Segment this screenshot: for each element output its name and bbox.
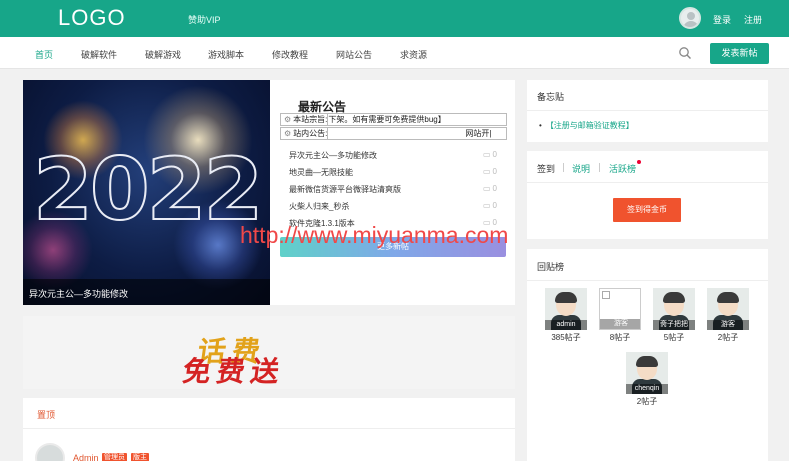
post-author[interactable]: Admin (73, 453, 99, 461)
news-item[interactable]: 火柴人归来_秒杀0 (289, 201, 497, 212)
sticky-title: 置顶 (37, 410, 56, 420)
tab-sign-in[interactable]: 签到 (537, 162, 555, 175)
nav-item-game-scripts[interactable]: 游戏脚本 (208, 48, 244, 61)
comment-count: 0 (483, 150, 497, 159)
main-nav: 首页 破解软件 破解游戏 游戏脚本 修改教程 网站公告 求资源 发表新帖 (0, 37, 789, 69)
top-header: LOGO 赞助VIP 登录 注册 (0, 0, 789, 37)
nav-item-cracked-software[interactable]: 破解软件 (81, 48, 117, 61)
moderator-badge: 版主 (131, 453, 149, 461)
rank-user-name: 斋子把把 (653, 320, 695, 330)
reply-rank-title: 回贴榜 (537, 262, 565, 272)
user-avatar-icon[interactable] (679, 7, 701, 29)
rank-user-count: 2帖子 (636, 397, 658, 406)
sign-in-button[interactable]: 签到得金币 (613, 198, 681, 222)
news-item[interactable]: 异次元主公—多功能修改0 (289, 150, 497, 161)
rank-user-count: 2帖子 (717, 333, 739, 342)
rank-user-name: admin (545, 320, 587, 330)
banner-year: 2022 (32, 139, 264, 241)
rank-user-name: 游客 (600, 319, 640, 329)
new-post-button[interactable]: 发表新帖 (710, 43, 769, 64)
admin-badge: 管理员 (102, 453, 127, 461)
memo-title: 备忘贴 (537, 92, 565, 102)
gear-icon: ⚙ (284, 115, 292, 124)
nav-item-request[interactable]: 求资源 (400, 48, 427, 61)
comment-count: 0 (483, 184, 497, 193)
sign-panel: 签到 说明 活跃榜 签到得金币 (527, 151, 768, 239)
gear-icon: ⚙ (284, 129, 292, 138)
rank-user-avatar[interactable]: 游客 (599, 288, 641, 330)
tab-instructions[interactable]: 说明 (572, 162, 590, 175)
rank-user-count: 8帖子 (609, 333, 631, 342)
memo-panel: 备忘贴 【注册与邮箱验证教程】 (527, 80, 768, 142)
notice-row-text: 下架。如有需要可免费提供bug】 (328, 115, 446, 124)
notice-row-label: 站内公告: (293, 129, 328, 138)
banner-slide[interactable]: 2022 异次元主公—多功能修改 (23, 80, 270, 305)
ad-line2: 免费送 (180, 355, 288, 388)
rank-user-count: 5帖子 (663, 333, 685, 342)
login-link[interactable]: 登录 (713, 13, 731, 26)
watermark: http://www.miyuanma.com (240, 222, 509, 248)
nav-item-cracked-games[interactable]: 破解游戏 (145, 48, 181, 61)
sticky-panel: 置顶 Admin 管理员 版主 (23, 398, 515, 461)
ad-banner[interactable]: 话费 免费送 (23, 316, 515, 389)
nav-item-announcements[interactable]: 网站公告 (336, 48, 372, 61)
rank-user-avatar[interactable]: 斋子把把 (653, 288, 695, 330)
register-link[interactable]: 注册 (744, 13, 762, 26)
news-item[interactable]: 最新微信货源平台微驿站清爽版0 (289, 184, 497, 195)
news-item[interactable]: 地灵曲—无限技能0 (289, 167, 497, 178)
notice-row-site: ⚙ 站内公告: 网站开| (280, 127, 507, 140)
nav-item-tutorials[interactable]: 修改教程 (272, 48, 308, 61)
notice-row-purpose: ⚙ 本站宗旨:下架。如有需要可免费提供bug】 (280, 113, 507, 126)
rank-user-name: 游客 (707, 320, 749, 330)
memo-link[interactable]: 【注册与邮箱验证教程】 (539, 120, 634, 131)
comment-count: 0 (483, 167, 497, 176)
vip-link[interactable]: 赞助VIP (188, 13, 221, 26)
search-icon[interactable] (678, 46, 692, 60)
reply-rank-panel: 回贴榜 admin 385帖子 游客 8帖子 斋子把把 5帖子 游客 2帖子 c… (527, 249, 768, 461)
rank-user-count: 385帖子 (551, 333, 581, 342)
notice-row-text: 网站开| (465, 129, 492, 138)
rank-user-avatar[interactable]: 游客 (707, 288, 749, 330)
rank-user-avatar[interactable]: chenqin (626, 352, 668, 394)
nav-item-home[interactable]: 首页 (35, 48, 53, 61)
banner-caption[interactable]: 异次元主公—多功能修改 (23, 279, 270, 305)
comment-count: 0 (483, 201, 497, 210)
tab-active-rank[interactable]: 活跃榜 (609, 162, 636, 175)
site-logo[interactable]: LOGO (58, 5, 126, 31)
notice-row-label: 本站宗旨: (293, 115, 328, 124)
rank-user-name: chenqin (626, 384, 668, 394)
rank-user-avatar[interactable]: admin (545, 288, 587, 330)
broken-image-icon (602, 291, 610, 299)
notification-dot (637, 160, 641, 164)
avatar[interactable] (35, 443, 65, 461)
